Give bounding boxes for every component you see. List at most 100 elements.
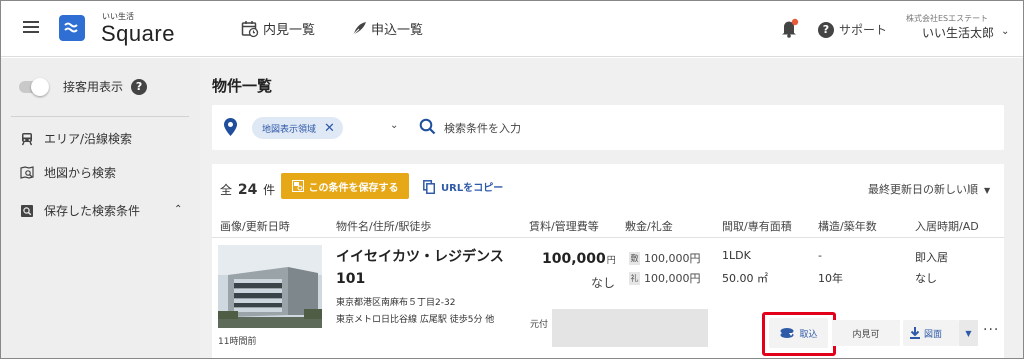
download-icon (910, 327, 920, 339)
notification-bell-icon[interactable] (781, 18, 799, 41)
deposit-value: 100,000円 (644, 252, 701, 265)
rent-value: 100,000円 (542, 251, 616, 267)
search-bar: 地図表示領域 ✕ ⌄ 検索条件を入力 (212, 105, 1004, 150)
sort-dropdown[interactable]: 最終更新日の新しい順 ▼ (868, 181, 990, 197)
sidebar-item-map-search[interactable]: 地図から検索 (20, 164, 116, 181)
copy-url-label: URLをコピー (441, 183, 504, 194)
building-age: 10年 (818, 272, 843, 285)
nav-viewing-list[interactable]: 内見一覧 (241, 19, 315, 38)
property-name: イイセイカツ・レジデンス (336, 249, 504, 265)
key-money-tag: 礼 (629, 271, 640, 285)
header-divider (212, 237, 1004, 238)
import-label: 取込 (799, 329, 818, 340)
listing-agent-label: 元付 (530, 320, 549, 330)
saved-search-icon (21, 204, 33, 217)
deposit-tag: 敷 (629, 251, 640, 265)
floor-area: 50.00 ㎡ (722, 272, 768, 285)
key-money: 礼 100,000円 (629, 270, 701, 286)
count-suffix: 件 (263, 183, 276, 197)
ad-value: なし (915, 272, 937, 285)
pen-nib-icon (352, 21, 366, 35)
rent-unit: 円 (606, 256, 616, 266)
management-fee: なし (591, 276, 616, 290)
nav-viewing-label: 内見一覧 (263, 23, 316, 38)
floorplan-download-button[interactable]: 図面 (903, 320, 959, 346)
nav-application-label: 申込一覧 (371, 23, 424, 38)
key-money-value: 100,000円 (644, 272, 701, 285)
chip-label: 地図表示領域 (262, 124, 317, 135)
help-circle-icon: ? (818, 21, 834, 38)
result-panel: 全 24 件 この条件を保存する URLをコピー 最終更新日の新しい順 ▼ 画像… (212, 164, 1004, 358)
user-name-menu[interactable]: いい生活太郎 (922, 24, 994, 41)
column-header: 構造/築年数 (818, 220, 877, 233)
property-address: 東京都港区南麻布５丁目2-32 (336, 298, 456, 308)
column-header: 画像/更新日時 (220, 220, 290, 233)
calendar-clock-icon (241, 20, 259, 37)
floorplan-dropdown-button[interactable]: ▼ (959, 320, 978, 346)
sort-label: 最終更新日の新しい順 (868, 183, 978, 196)
sidebar-item-saved-search[interactable]: 保存した検索条件 (20, 202, 140, 219)
chevron-down-icon[interactable]: ⌄ (1001, 26, 1009, 37)
map-pin-icon (224, 118, 237, 139)
search-icon[interactable] (419, 118, 436, 138)
room-layout: 1LDK (722, 249, 751, 262)
save-condition-label: この条件を保存する (308, 182, 399, 194)
sidebar-item-area-line-search[interactable]: エリア/沿線検索 (20, 130, 132, 147)
property-room: 101 (336, 271, 366, 287)
column-header: 間取/専有面積 (722, 220, 792, 233)
import-button[interactable]: 取込 (769, 318, 828, 348)
listing-agent-redacted (552, 309, 708, 347)
column-header: 賃料/管理費等 (529, 220, 599, 233)
support-link[interactable]: ? サポート (818, 21, 887, 38)
viewing-available-button[interactable]: 内見可 (832, 320, 900, 346)
page-title: 物件一覧 (212, 77, 273, 95)
chevron-down-icon[interactable]: ⌄ (390, 120, 398, 131)
save-condition-button[interactable]: この条件を保存する (281, 173, 409, 199)
caret-down-icon: ▼ (965, 328, 972, 338)
main-content: 物件一覧 地図表示領域 ✕ ⌄ 検索条件を入力 全 24 件 この条件を保存する… (200, 58, 1023, 358)
customer-view-toggle-row: 接客用表示 ? (19, 77, 148, 96)
count-prefix: 全 (220, 183, 233, 197)
sidebar-item-label: エリア/沿線検索 (44, 132, 133, 146)
chevron-up-icon[interactable]: ⌃ (174, 204, 182, 215)
nav-application-list[interactable]: 申込一覧 (351, 19, 423, 38)
column-header: 敷金/礼金 (625, 220, 673, 233)
count-value: 24 (237, 182, 258, 198)
map-search-icon (20, 165, 34, 179)
import-icon (780, 328, 794, 338)
customer-view-label: 接客用表示 (63, 80, 124, 94)
customer-view-toggle[interactable] (19, 77, 49, 96)
updated-time: 11時間前 (218, 337, 257, 347)
app-window: いい生活 Square 内見一覧 申込一覧 ? サポート 株式会社ESエステート… (0, 0, 1024, 359)
property-name-link[interactable]: イイセイカツ・レジデンス 101 (336, 246, 504, 290)
top-header: いい生活 Square 内見一覧 申込一覧 ? サポート 株式会社ESエステート… (1, 1, 1023, 57)
menu-icon[interactable] (23, 21, 39, 35)
logo-icon[interactable] (59, 15, 85, 41)
user-company: 株式会社ESエステート (906, 14, 989, 23)
sidebar: 接客用表示 ? エリア/沿線検索 地図から検索 保存した検索条件 ⌃ (1, 58, 200, 358)
property-thumbnail[interactable] (218, 245, 322, 328)
help-icon[interactable]: ? (131, 78, 148, 95)
result-count: 全 24 件 (220, 181, 275, 198)
deposit: 敷 100,000円 (629, 250, 701, 266)
copy-icon (423, 179, 435, 194)
sidebar-item-label: 保存した検索条件 (44, 204, 141, 218)
column-header: 入居時期/AD (915, 220, 979, 233)
move-in-timing: 即入居 (915, 251, 948, 264)
caret-down-icon: ▼ (984, 186, 991, 195)
more-options-icon[interactable]: ··· (983, 322, 999, 338)
copy-url-button[interactable]: URLをコピー (423, 179, 503, 194)
property-station: 東京メトロ日比谷線 広尾駅 徒歩5分 他 (336, 315, 495, 325)
close-icon[interactable]: ✕ (324, 121, 335, 136)
rent-amount: 100,000 (542, 251, 606, 267)
support-label: サポート (839, 23, 888, 37)
sidebar-item-label: 地図から検索 (44, 166, 117, 180)
structure: - (818, 249, 822, 262)
search-input[interactable]: 検索条件を入力 (444, 120, 521, 136)
map-area-chip[interactable]: 地図表示領域 ✕ (252, 117, 343, 139)
floorplan-label: 図面 (924, 329, 943, 340)
train-icon (21, 132, 33, 145)
sidebar-divider (11, 116, 189, 117)
logo-title[interactable]: Square (101, 21, 175, 47)
column-header: 物件名/住所/駅徒歩 (336, 220, 432, 233)
